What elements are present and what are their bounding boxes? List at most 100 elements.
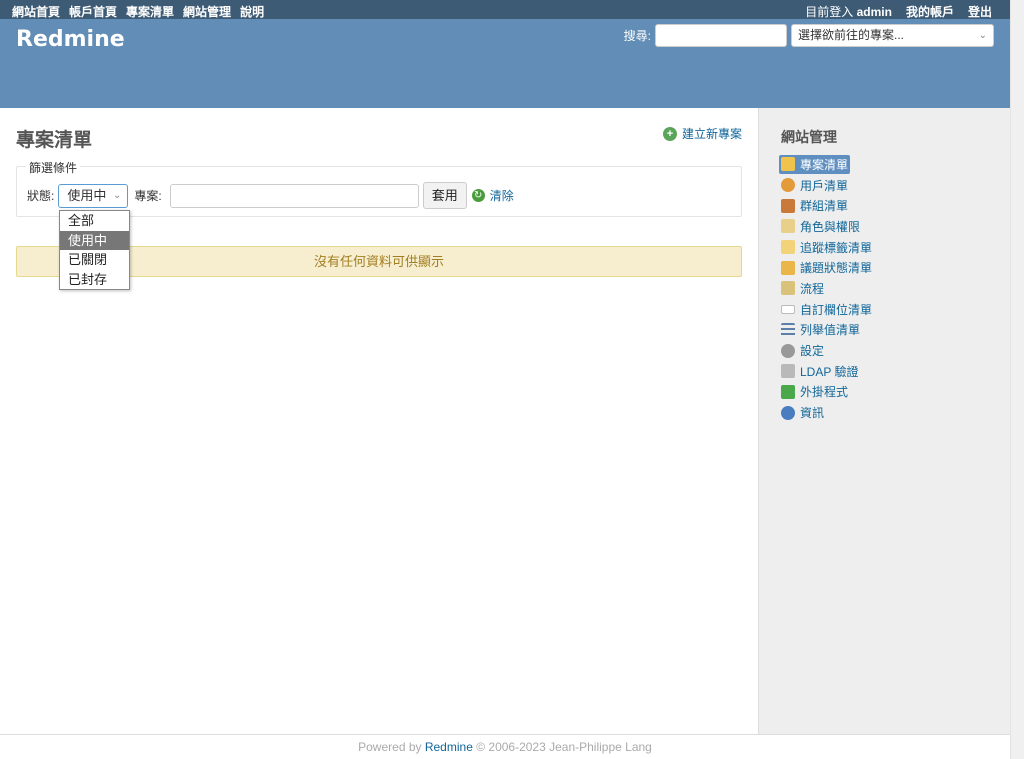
sidebar-item-info: 資訊 — [779, 402, 874, 423]
sidebar-link-custom-fields[interactable]: 自訂欄位清單 — [779, 300, 874, 319]
sidebar-item-trackers: 追蹤標籤清單 — [779, 237, 874, 258]
top-menu-my-page[interactable]: 帳戶首頁 — [69, 3, 117, 20]
chevron-down-icon: ⌄ — [978, 30, 987, 41]
sidebar-item-label: 議題狀態清單 — [800, 261, 873, 276]
logout-link[interactable]: 登出 — [968, 3, 992, 20]
status-select[interactable]: 使用中 ⌄ — [58, 183, 129, 208]
filters-legend: 篩選條件 — [26, 159, 81, 176]
top-menu-home[interactable]: 網站首頁 — [12, 3, 60, 20]
sidebar-link-projects[interactable]: 專案清單 — [779, 154, 851, 174]
sidebar-item-issue-statuses: 議題狀態清單 — [779, 257, 874, 278]
sidebar-item-projects: 專案清單 — [779, 154, 874, 175]
sidebar-item-label: 自訂欄位清單 — [800, 302, 873, 317]
sidebar-item-users: 用戶清單 — [779, 175, 874, 196]
status-selected-value: 使用中 — [67, 187, 107, 203]
sidebar-item-label: 設定 — [800, 344, 825, 359]
status-option-closed[interactable]: 已關閉 — [60, 250, 129, 270]
sidebar-item-custom-fields: 自訂欄位清單 — [779, 299, 874, 320]
site-title: Redmine — [16, 27, 125, 52]
sidebar-item-ldap: LDAP 驗證 — [779, 361, 874, 382]
sidebar-item-label: 追蹤標籤清單 — [800, 240, 873, 255]
top-menu-right: 目前登入 admin 我的帳戶 登出 — [805, 3, 992, 20]
sidebar-title: 網站管理 — [781, 129, 837, 145]
logged-as: 目前登入 admin — [805, 3, 892, 20]
sidebar-item-label: 資訊 — [800, 406, 825, 421]
sidebar-link-enumerations[interactable]: 列舉值清單 — [779, 320, 862, 339]
sidebar-item-label: 角色與權限 — [800, 219, 861, 234]
top-menu-projects[interactable]: 專案清單 — [126, 3, 174, 20]
my-account-link[interactable]: 我的帳戶 — [906, 3, 954, 20]
chevron-down-icon: ⌄ — [112, 189, 122, 201]
redmine-link[interactable]: Redmine — [425, 740, 473, 754]
sidebar-link-issue-statuses[interactable]: 議題狀態清單 — [779, 258, 874, 277]
footer: Powered by Redmine © 2006-2023 Jean-Phil… — [0, 734, 1010, 759]
sidebar-link-ldap[interactable]: LDAP 驗證 — [779, 362, 860, 381]
plugins-icon — [781, 384, 795, 399]
vertical-scrollbar[interactable] — [1010, 0, 1024, 759]
sidebar-link-groups[interactable]: 群組清單 — [779, 196, 850, 215]
sidebar-item-label: 流程 — [800, 281, 825, 296]
sidebar-item-plugins: 外掛程式 — [779, 382, 874, 403]
sidebar-item-enumerations: 列舉值清單 — [779, 320, 874, 341]
search-input[interactable] — [655, 24, 787, 47]
project-jump-select[interactable]: 選擇欲前往的專案... ⌄ — [791, 24, 994, 47]
sidebar-item-roles: 角色與權限 — [779, 216, 874, 237]
search-label: 搜尋: — [623, 29, 651, 43]
project-jump-placeholder: 選擇欲前往的專案... — [798, 28, 905, 42]
top-menu-left: 網站首頁 帳戶首頁 專案清單 網站管理 說明 — [12, 3, 264, 20]
sidebar-item-settings: 設定 — [779, 340, 874, 361]
status-option-active[interactable]: 使用中 — [60, 230, 129, 250]
admin-menu: 專案清單 用戶清單 群組清單 角色與權限 追蹤標籤清單 議題狀態清單 流程 自訂… — [779, 154, 874, 423]
logged-as-user[interactable]: admin — [857, 5, 892, 19]
ldap-icon — [781, 364, 795, 379]
logged-as-prefix: 目前登入 — [805, 5, 854, 19]
enumerations-icon — [781, 322, 795, 337]
roles-icon — [781, 219, 795, 234]
status-dropdown-list: 全部 使用中 已關閉 已封存 — [59, 210, 130, 290]
trackers-icon — [781, 240, 795, 255]
sidebar-link-roles[interactable]: 角色與權限 — [779, 217, 862, 236]
projects-icon — [781, 157, 795, 172]
sidebar-link-users[interactable]: 用戶清單 — [779, 176, 850, 195]
status-label: 狀態: — [27, 189, 55, 203]
sidebar-link-workflows[interactable]: 流程 — [779, 279, 826, 298]
sidebar: 網站管理 專案清單 用戶清單 群組清單 角色與權限 追蹤標籤清單 議題狀態清單 … — [758, 108, 1010, 734]
clear-link[interactable]: 清除 — [490, 187, 514, 204]
sidebar-link-info[interactable]: 資訊 — [779, 403, 826, 422]
sidebar-item-label: 列舉值清單 — [800, 323, 861, 338]
sidebar-item-groups: 群組清單 — [779, 195, 874, 216]
apply-button[interactable]: 套用 — [422, 182, 467, 209]
top-menu-administration[interactable]: 網站管理 — [183, 3, 231, 20]
reload-icon[interactable]: ↻ — [471, 189, 485, 202]
custom-fields-icon — [781, 304, 795, 314]
top-menu: 網站首頁 帳戶首頁 專案清單 網站管理 說明 目前登入 admin 我的帳戶 登… — [0, 0, 1010, 19]
header: Redmine 搜尋: 選擇欲前往的專案... ⌄ — [0, 19, 1010, 108]
powered-by-text: Powered by — [358, 740, 422, 754]
status-option-archived[interactable]: 已封存 — [60, 270, 129, 290]
sidebar-item-label: LDAP 驗證 — [800, 364, 859, 379]
sidebar-item-label: 專案清單 — [800, 157, 849, 172]
workflow-icon — [781, 281, 795, 296]
quick-search: 搜尋: 選擇欲前往的專案... ⌄ — [624, 24, 994, 47]
sidebar-link-trackers[interactable]: 追蹤標籤清單 — [779, 238, 874, 257]
new-project-link[interactable]: 建立新專案 — [682, 125, 742, 142]
user-icon — [781, 178, 795, 193]
top-menu-help[interactable]: 說明 — [240, 3, 264, 20]
project-label: 專案: — [134, 189, 162, 203]
page-title: 專案清單 — [16, 130, 93, 151]
status-option-all[interactable]: 全部 — [60, 211, 129, 231]
sidebar-item-label: 群組清單 — [800, 199, 849, 214]
main-content: 專案清單 + 建立新專案 篩選條件 狀態: 使用中 ⌄ 專案: 套用 ↻ 清除 … — [0, 108, 758, 734]
group-icon — [781, 198, 795, 213]
issue-status-icon — [781, 260, 795, 275]
contextual-actions: + 建立新專案 — [662, 125, 742, 142]
project-filter-input[interactable] — [169, 183, 419, 208]
filter-row: 狀態: 使用中 ⌄ 專案: 套用 ↻ 清除 — [27, 182, 514, 209]
settings-gear-icon — [781, 343, 795, 358]
sidebar-link-plugins[interactable]: 外掛程式 — [779, 382, 850, 401]
sidebar-item-workflows: 流程 — [779, 278, 874, 299]
sidebar-item-label: 用戶清單 — [800, 178, 849, 193]
info-icon — [781, 405, 795, 420]
sidebar-link-settings[interactable]: 設定 — [779, 341, 826, 360]
add-icon: + — [662, 126, 677, 141]
